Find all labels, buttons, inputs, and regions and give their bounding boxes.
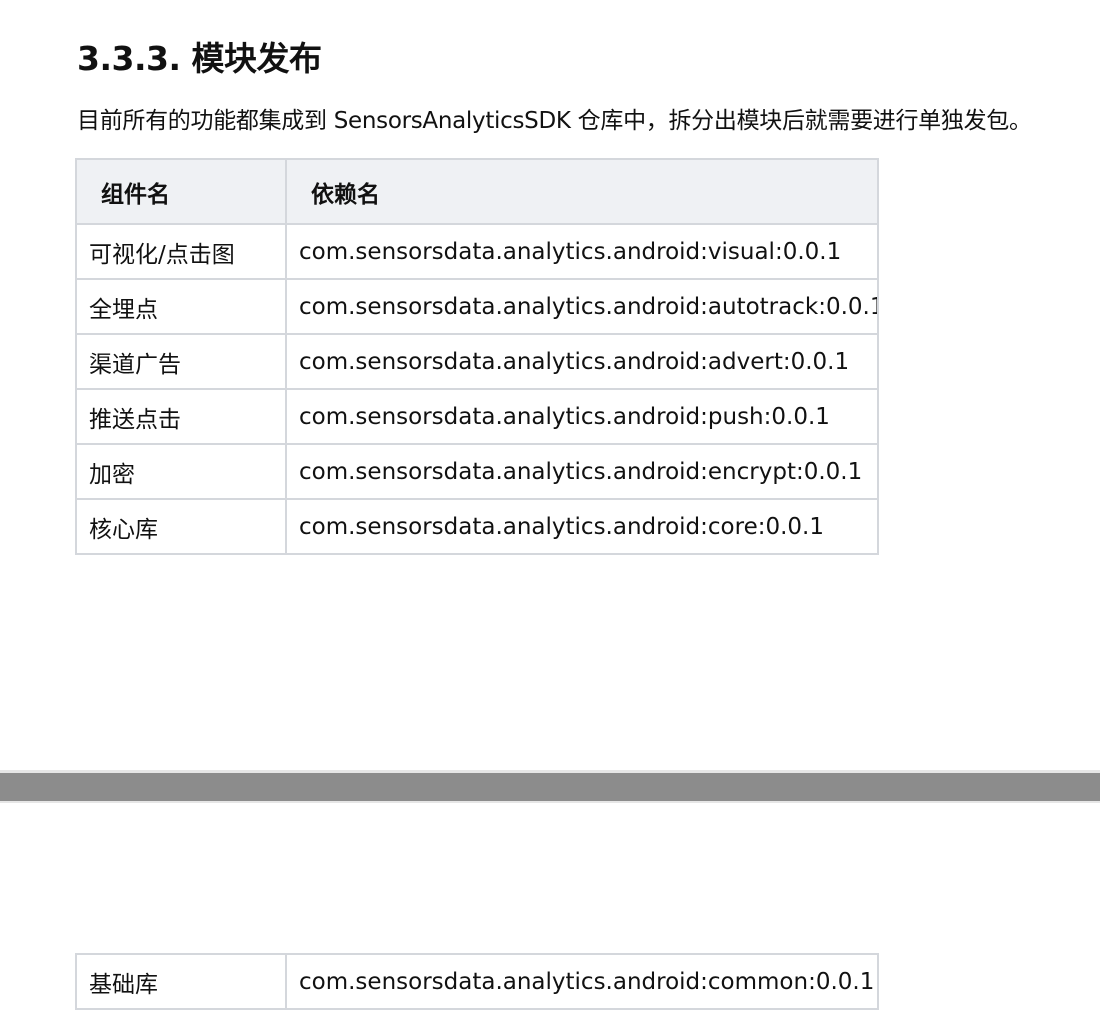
component-name-cell: 基础库 <box>75 953 287 1010</box>
section-intro: 目前所有的功能都集成到 SensorsAnalyticsSDK 仓库中，拆分出模… <box>77 108 1032 134</box>
document-page: 3.3.3. 模块发布 目前所有的功能都集成到 SensorsAnalytics… <box>0 0 1100 1030</box>
table-row: 推送点击 com.sensorsdata.analytics.android:p… <box>75 388 879 445</box>
component-name-cell: 推送点击 <box>75 388 287 445</box>
component-name-cell: 全埋点 <box>75 278 287 335</box>
module-table-continued: 基础库 com.sensorsdata.analytics.android:co… <box>75 953 879 1010</box>
dependency-cell: com.sensorsdata.analytics.android:encryp… <box>285 443 879 500</box>
section-heading: 3.3.3. 模块发布 <box>77 39 322 78</box>
table-header-row: 组件名 依赖名 <box>75 158 879 225</box>
column-header-dependency: 依赖名 <box>285 158 879 225</box>
dependency-cell: com.sensorsdata.analytics.android:common… <box>285 953 879 1010</box>
table-row: 加密 com.sensorsdata.analytics.android:enc… <box>75 443 879 500</box>
dependency-cell: com.sensorsdata.analytics.android:advert… <box>285 333 879 390</box>
module-table: 组件名 依赖名 可视化/点击图 com.sensorsdata.analytic… <box>75 158 879 555</box>
dependency-cell: com.sensorsdata.analytics.android:autotr… <box>285 278 879 335</box>
component-name-cell: 渠道广告 <box>75 333 287 390</box>
table-row: 核心库 com.sensorsdata.analytics.android:co… <box>75 498 879 555</box>
dependency-cell: com.sensorsdata.analytics.android:visual… <box>285 223 879 280</box>
component-name-cell: 可视化/点击图 <box>75 223 287 280</box>
component-name-cell: 加密 <box>75 443 287 500</box>
table-row: 基础库 com.sensorsdata.analytics.android:co… <box>75 953 879 1010</box>
dependency-cell: com.sensorsdata.analytics.android:push:0… <box>285 388 879 445</box>
page-break-divider <box>0 770 1100 803</box>
table-row: 全埋点 com.sensorsdata.analytics.android:au… <box>75 278 879 335</box>
table-row: 渠道广告 com.sensorsdata.analytics.android:a… <box>75 333 879 390</box>
column-header-component: 组件名 <box>75 158 287 225</box>
component-name-cell: 核心库 <box>75 498 287 555</box>
table-row: 可视化/点击图 com.sensorsdata.analytics.androi… <box>75 223 879 280</box>
dependency-cell: com.sensorsdata.analytics.android:core:0… <box>285 498 879 555</box>
